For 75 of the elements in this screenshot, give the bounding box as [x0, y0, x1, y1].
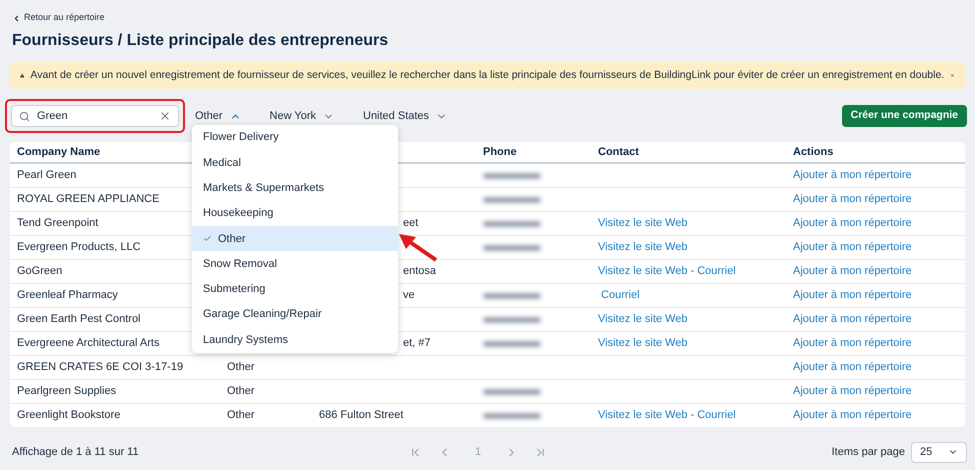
- back-link[interactable]: Retour au répertoire: [12, 12, 963, 24]
- address-text: et, #7: [403, 336, 431, 352]
- company-name: ROYAL GREEN APPLIANCE: [17, 192, 160, 208]
- contact-link[interactable]: Visitez le site Web - Courriel: [598, 263, 736, 280]
- create-company-button[interactable]: Créer une compagnie: [842, 105, 967, 127]
- add-to-directory-link[interactable]: Ajouter à mon répertoire: [793, 335, 912, 352]
- clear-icon[interactable]: [159, 110, 171, 122]
- menu-item[interactable]: Other: [192, 226, 398, 252]
- company-name: Evergreen Products, LLC: [17, 240, 141, 256]
- contact-link[interactable]: Visitez le site Web - Courriel: [598, 407, 736, 424]
- contact-link[interactable]: Visitez le site Web: [598, 239, 688, 256]
- blurred-phone: [483, 220, 541, 226]
- column-header: Contact: [598, 144, 639, 160]
- company-name: GREEN CRATES 6E COI 3-17-19: [17, 360, 184, 376]
- column-header: Company Name: [17, 144, 100, 160]
- add-to-directory-link[interactable]: Ajouter à mon répertoire: [793, 191, 912, 208]
- warning-text: Avant de créer un nouvel enregistrement de fournisseur de services, veuillez le rechercher dans la liste principale des fournisseurs de BuildingLink pour éviter de créer un enregistrement en double.: [30, 68, 944, 83]
- category-text: Other: [227, 360, 255, 376]
- contact-link[interactable]: Visitez le site Web: [598, 335, 688, 352]
- add-to-directory-link[interactable]: Ajouter à mon répertoire: [793, 359, 912, 376]
- results-summary: Affichage de 1 à 11 sur 11: [12, 444, 140, 460]
- menu-item[interactable]: Medical: [192, 150, 398, 176]
- filter-dropdown[interactable]: New York: [270, 108, 334, 124]
- contact-link[interactable]: Visitez le site Web: [598, 311, 688, 328]
- menu-item[interactable]: Markets & Supermarkets: [192, 176, 398, 201]
- company-name: Green Earth Pest Control: [17, 312, 141, 328]
- menu-item[interactable]: Snow Removal: [192, 251, 398, 277]
- blurred-phone: [483, 316, 541, 322]
- blurred-phone: [483, 172, 541, 178]
- check-icon: [203, 234, 212, 244]
- filter-dropdown[interactable]: Other: [195, 108, 241, 124]
- company-name: Greenleaf Pharmacy: [17, 288, 118, 304]
- search-icon: [19, 110, 30, 122]
- add-to-directory-link[interactable]: Ajouter à mon répertoire: [793, 407, 912, 424]
- address-text: ve: [403, 288, 415, 304]
- search-field[interactable]: Green: [11, 105, 179, 127]
- company-name: Pearl Green: [17, 168, 76, 184]
- add-to-directory-link[interactable]: Ajouter à mon répertoire: [793, 311, 912, 328]
- menu-item[interactable]: Flower Delivery: [192, 125, 398, 150]
- menu-item[interactable]: Submetering: [192, 276, 398, 302]
- company-name: Pearlgreen Supplies: [17, 384, 116, 400]
- back-icon: [12, 14, 21, 22]
- menu-item[interactable]: Laundry Systems: [192, 327, 398, 353]
- add-to-directory-link[interactable]: Ajouter à mon répertoire: [793, 287, 912, 304]
- company-name: GoGreen: [17, 264, 62, 280]
- column-header: Phone: [483, 144, 517, 160]
- address-text: entosa: [403, 264, 436, 280]
- contact-link[interactable]: Visitez le site Web: [598, 215, 688, 232]
- column-header: Actions: [793, 144, 834, 160]
- address-text: 686 Fulton Street: [319, 408, 404, 424]
- add-to-directory-link[interactable]: Ajouter à mon répertoire: [793, 263, 912, 280]
- add-to-directory-link[interactable]: Ajouter à mon répertoire: [793, 215, 912, 232]
- filter-dropdown[interactable]: United States: [363, 108, 448, 124]
- add-to-directory-link[interactable]: Ajouter à mon répertoire: [793, 239, 912, 256]
- blurred-phone: [483, 292, 541, 298]
- items-per-page-select[interactable]: 25: [911, 442, 967, 462]
- menu-item[interactable]: Garage Cleaning/Repair: [192, 302, 398, 328]
- blurred-phone: [483, 340, 541, 346]
- add-to-directory-link[interactable]: Ajouter à mon répertoire: [793, 167, 912, 184]
- menu-item[interactable]: Housekeeping: [192, 200, 398, 226]
- category-text: Other: [227, 384, 255, 400]
- blurred-phone: [483, 412, 541, 418]
- page-number[interactable]: 1: [467, 444, 490, 460]
- add-to-directory-link[interactable]: Ajouter à mon répertoire: [793, 383, 912, 400]
- company-name: Evergreene Architectural Arts: [17, 336, 160, 352]
- blurred-phone: [483, 196, 541, 202]
- blurred-phone: [483, 388, 541, 394]
- contact-link[interactable]: Courriel: [598, 287, 640, 304]
- company-name: Greenlight Bookstore: [17, 408, 120, 424]
- items-per-page-label: Items par page: [832, 444, 905, 460]
- category-text: Other: [227, 408, 255, 424]
- blurred-phone: [483, 244, 541, 250]
- company-name: Tend Greenpoint: [17, 216, 98, 232]
- page-title: Fournisseurs / Liste principale des entrepreneurs: [12, 31, 390, 51]
- address-text: eet: [403, 216, 418, 232]
